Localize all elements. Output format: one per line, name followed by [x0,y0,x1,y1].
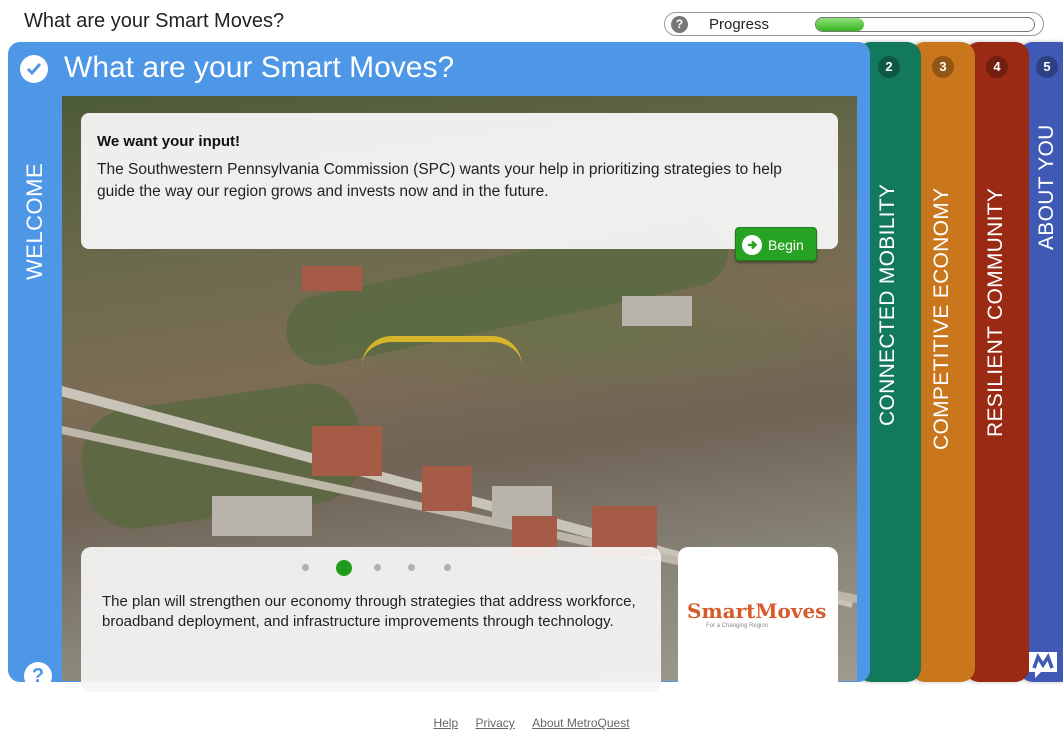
welcome-tab[interactable]: WELCOME [21,100,51,280]
page-title: What are your Smart Moves? [24,10,285,32]
smartmoves-tagline: For a Changing Region [706,623,769,629]
progress-bar [815,17,1035,32]
help-icon[interactable]: ? [24,662,52,690]
step-number-badge: 2 [878,56,900,78]
welcome-tab-label: WELCOME [22,162,47,280]
progress-bar-fill [816,18,864,31]
step-tab-label: COMPETITIVE ECONOMY [930,187,953,450]
step-number-badge: 5 [1036,56,1058,78]
begin-button-label: Begin [768,237,804,253]
carousel-dot-active[interactable] [336,560,352,576]
step-tab-label: ABOUT YOU [1035,124,1058,250]
smartmoves-logo: SmartMoves [687,599,827,623]
check-icon [20,55,48,83]
footer-link-help[interactable]: Help [433,716,458,730]
intro-body: The Southwestern Pennsylvania Commission… [97,161,782,200]
step-tab-label: RESILIENT COMMUNITY [984,187,1007,437]
metroquest-logo-icon[interactable] [1027,650,1061,680]
footer-link-about-metroquest[interactable]: About MetroQuest [532,716,629,730]
step-number-badge: 4 [986,56,1008,78]
arrow-right-icon [742,235,762,255]
top-bar: What are your Smart Moves? ? Progress [0,0,1063,40]
carousel-dot[interactable] [408,564,415,571]
progress-label: Progress [709,16,770,33]
carousel-dot[interactable] [302,564,309,571]
progress-help-icon[interactable]: ? [671,16,688,33]
footer: Help Privacy About MetroQuest [0,716,1063,730]
carousel-caption: The plan will strengthen our economy thr… [102,593,636,630]
step-tab-label: CONNECTED MOBILITY [876,183,899,426]
carousel-dot[interactable] [444,564,451,571]
carousel-dots [302,560,462,576]
intro-heading: We want your input! [97,133,241,150]
begin-button[interactable]: Begin [735,227,817,261]
progress-indicator: ? Progress [664,12,1044,36]
footer-link-privacy[interactable]: Privacy [475,716,514,730]
intro-card: We want your input! The Southwestern Pen… [81,113,838,261]
step-number-badge: 3 [932,56,954,78]
carousel-dot[interactable] [374,564,381,571]
smartmoves-logo-card: SmartMoves For a Changing Region [678,547,838,692]
panel-title: What are your Smart Moves? [64,51,455,84]
